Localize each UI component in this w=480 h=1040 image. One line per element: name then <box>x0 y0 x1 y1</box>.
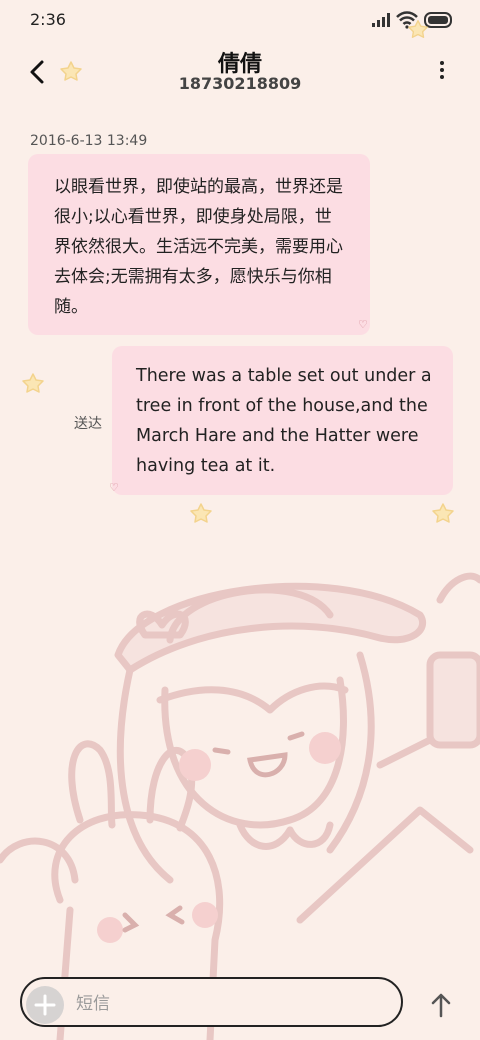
star-decoration-icon <box>432 503 454 523</box>
star-decoration-icon <box>190 503 212 523</box>
add-attachment-button[interactable] <box>26 986 64 1024</box>
more-vertical-icon[interactable] <box>430 58 454 82</box>
star-decoration-icon <box>60 61 82 81</box>
star-decoration-icon <box>408 20 428 38</box>
message-input[interactable] <box>76 990 376 1018</box>
background-illustration <box>0 572 480 1040</box>
incoming-message-text: 以眼看世界，即使站的最高，世界还是很小;以心看世界，即使身处局限，世界依然很大。… <box>54 177 343 317</box>
message-timestamp: 2016-6-13 13:49 <box>30 133 148 149</box>
heart-icon: ♡ <box>109 481 119 494</box>
signal-icon <box>372 13 390 27</box>
outgoing-message-text: There was a table set out under a tree i… <box>136 366 432 476</box>
star-decoration-icon <box>22 373 44 393</box>
arrow-up-icon[interactable] <box>426 990 456 1020</box>
plus-icon <box>34 994 56 1016</box>
heart-icon: ♡ <box>358 318 368 331</box>
delivery-status: 送达 <box>74 416 102 432</box>
status-time: 2:36 <box>30 10 66 29</box>
